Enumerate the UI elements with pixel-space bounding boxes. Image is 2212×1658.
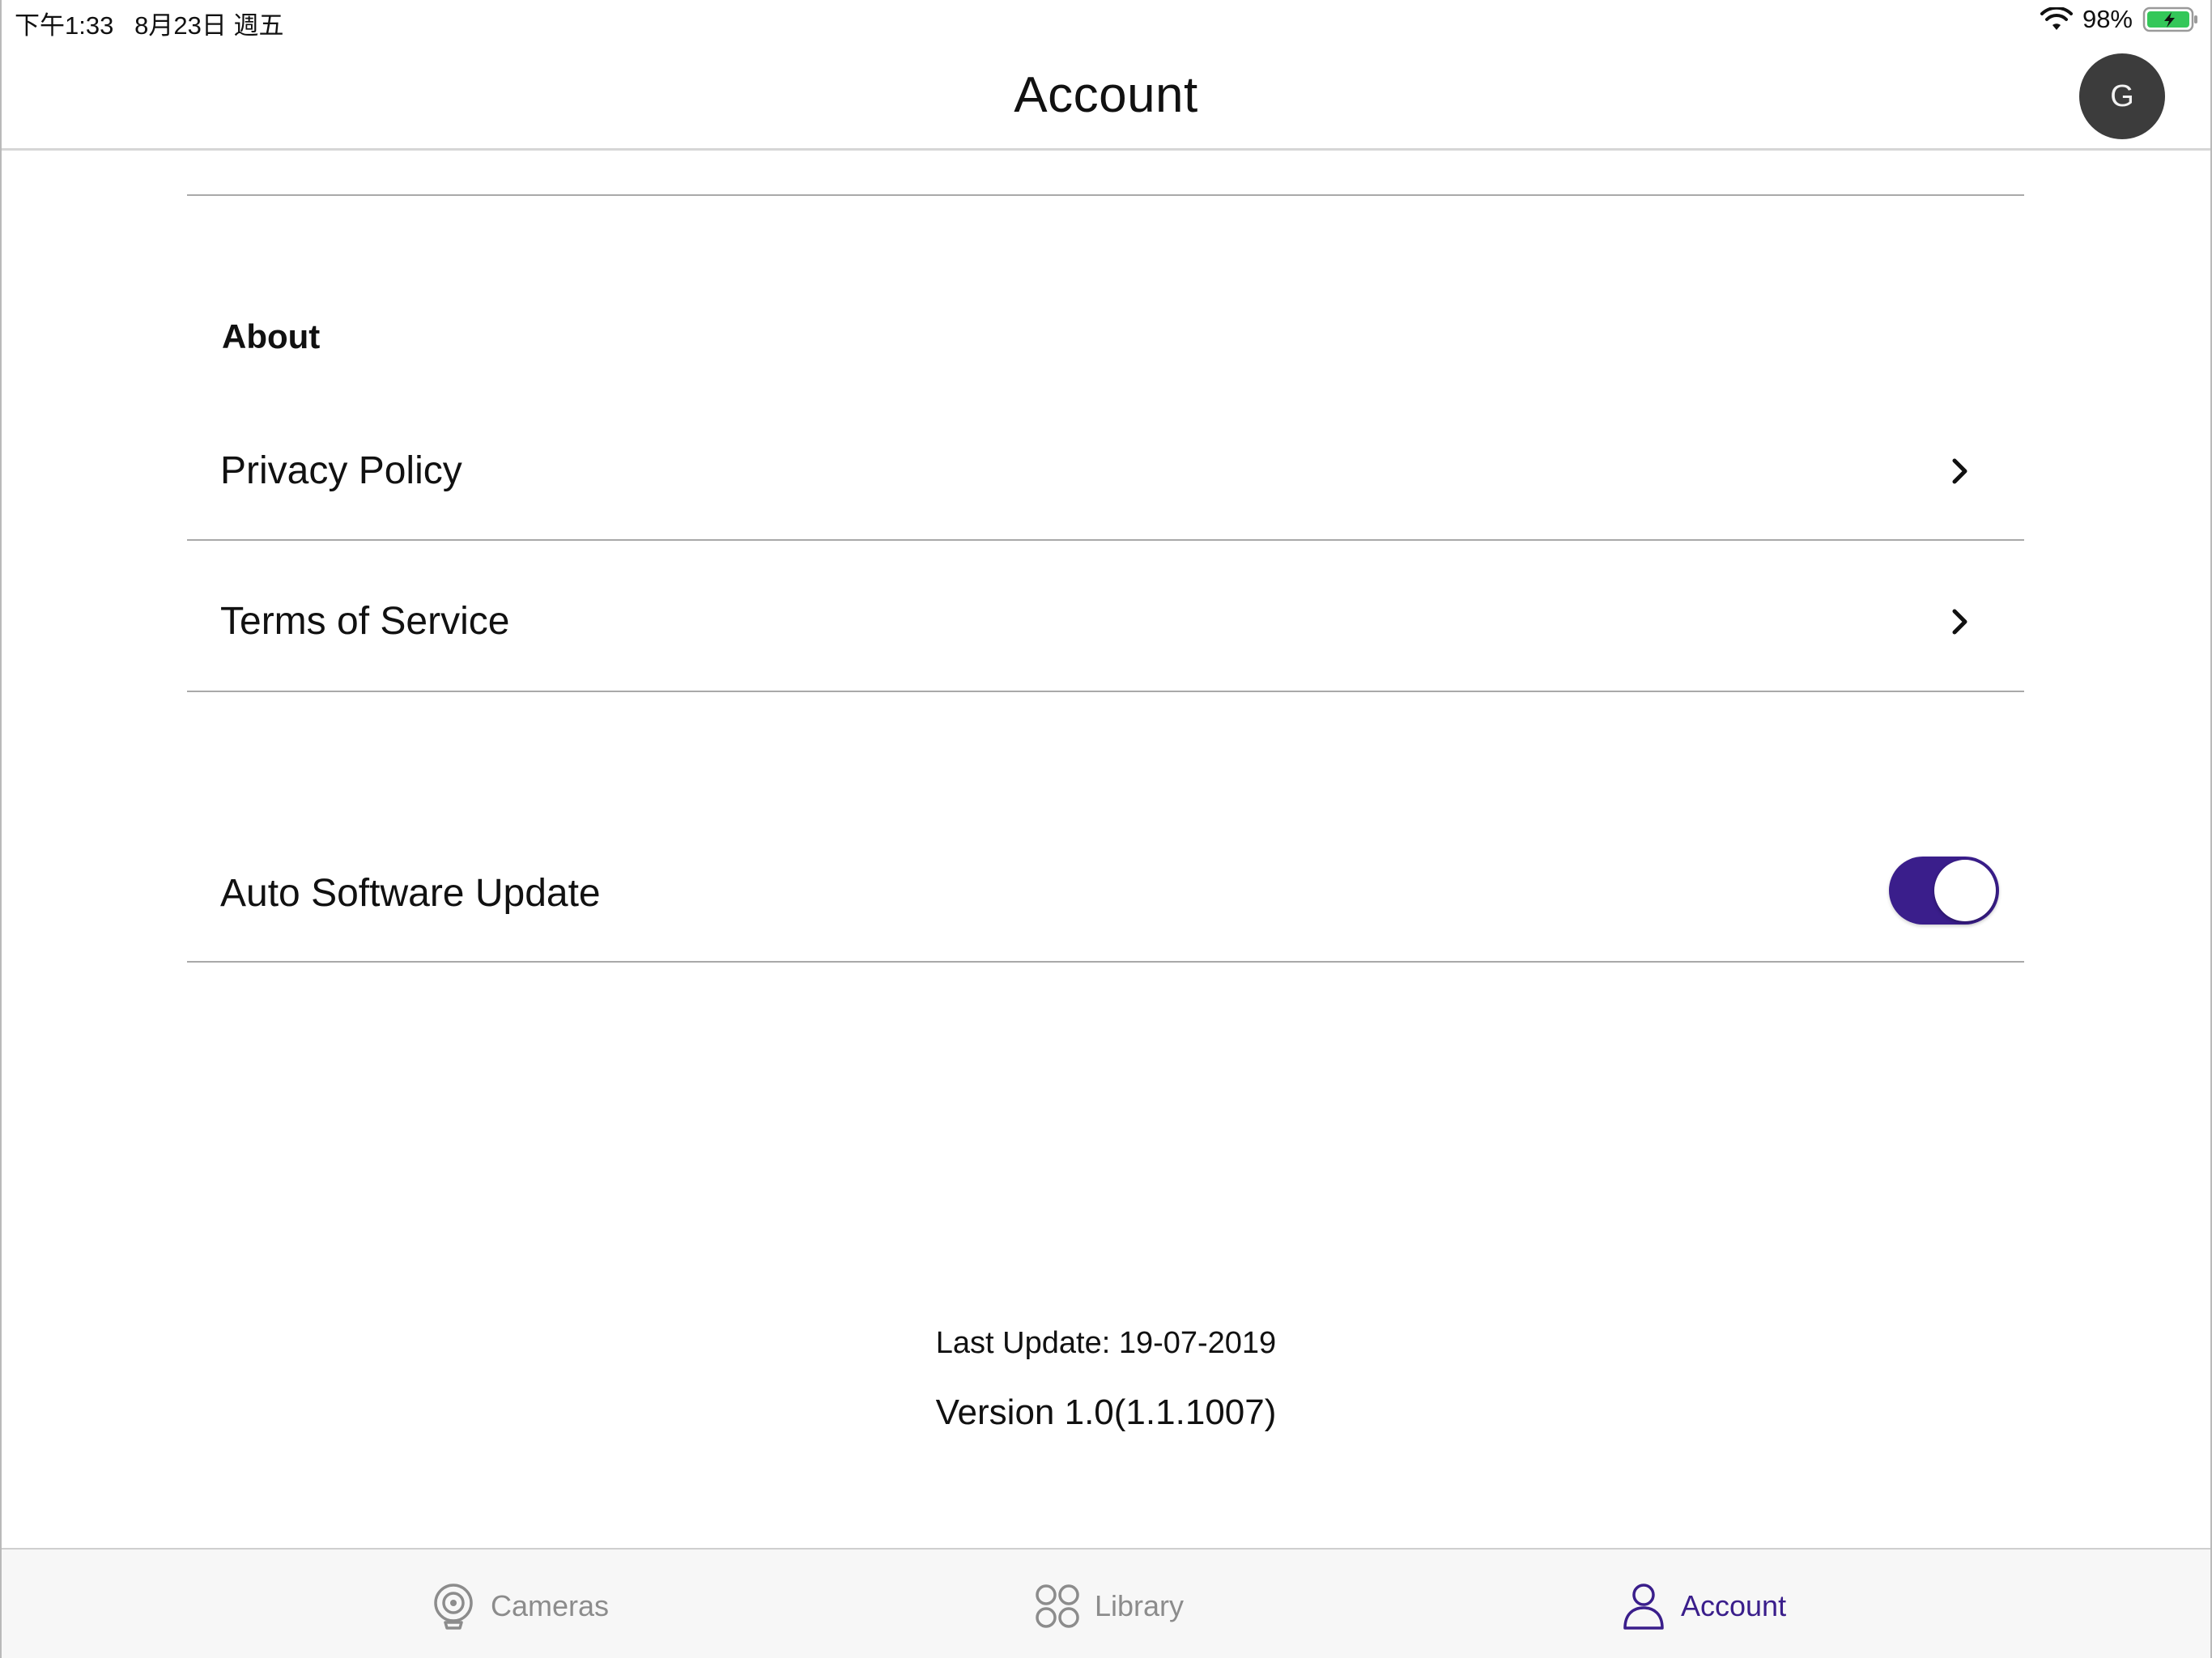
about-heading: About <box>222 317 321 355</box>
battery-percentage: 98% <box>2082 5 2133 33</box>
row-divider <box>187 691 2024 692</box>
camera-icon <box>434 1584 473 1630</box>
status-time-date: 下午1:33 8月23日 週五 <box>15 11 284 40</box>
chevron-right-icon <box>1952 609 1967 635</box>
row-divider <box>187 961 2024 963</box>
wifi-icon <box>2040 7 2073 30</box>
chevron-right-icon <box>1952 458 1967 484</box>
page-title: Account <box>1014 67 1198 123</box>
version-text: Version 1.0(1.1.1007) <box>935 1392 1277 1432</box>
auto-update-row: Auto Software Update <box>187 857 2024 962</box>
person-icon <box>1623 1584 1664 1630</box>
status-indicators: 98% <box>2040 5 2201 34</box>
privacy-policy-label: Privacy Policy <box>220 449 462 492</box>
privacy-policy-row[interactable]: Privacy Policy <box>187 405 2024 539</box>
avatar-initial: G <box>2110 79 2134 113</box>
status-bar: 下午1:33 8月23日 週五 98% <box>2 0 2210 42</box>
navigation-bar: Account G <box>2 42 2210 151</box>
grid-icon <box>1036 1584 1079 1628</box>
battery-charging-icon <box>2142 6 2197 32</box>
terms-of-service-row[interactable]: Terms of Service <box>187 541 2024 691</box>
toggle-knob <box>1934 860 1996 921</box>
tab-account-label: Account <box>1681 1589 1787 1622</box>
avatar[interactable]: G <box>2079 53 2165 139</box>
auto-update-toggle[interactable] <box>1889 857 1999 925</box>
tab-bar: Cameras Library Account <box>2 1548 2210 1658</box>
tab-library-label: Library <box>1095 1589 1185 1622</box>
top-divider <box>187 194 2024 196</box>
last-update-text: Last Update: 19-07-2019 <box>935 1326 1277 1360</box>
tab-cameras-label: Cameras <box>491 1589 610 1622</box>
account-screen: 下午1:33 8月23日 週五 98% Account G About Priv… <box>0 0 2212 1658</box>
tab-account[interactable]: Account <box>1621 1582 1786 1630</box>
tab-library[interactable]: Library <box>1035 1582 1184 1630</box>
terms-of-service-label: Terms of Service <box>220 600 510 643</box>
tab-cameras[interactable]: Cameras <box>431 1582 609 1630</box>
auto-update-label: Auto Software Update <box>220 872 601 915</box>
